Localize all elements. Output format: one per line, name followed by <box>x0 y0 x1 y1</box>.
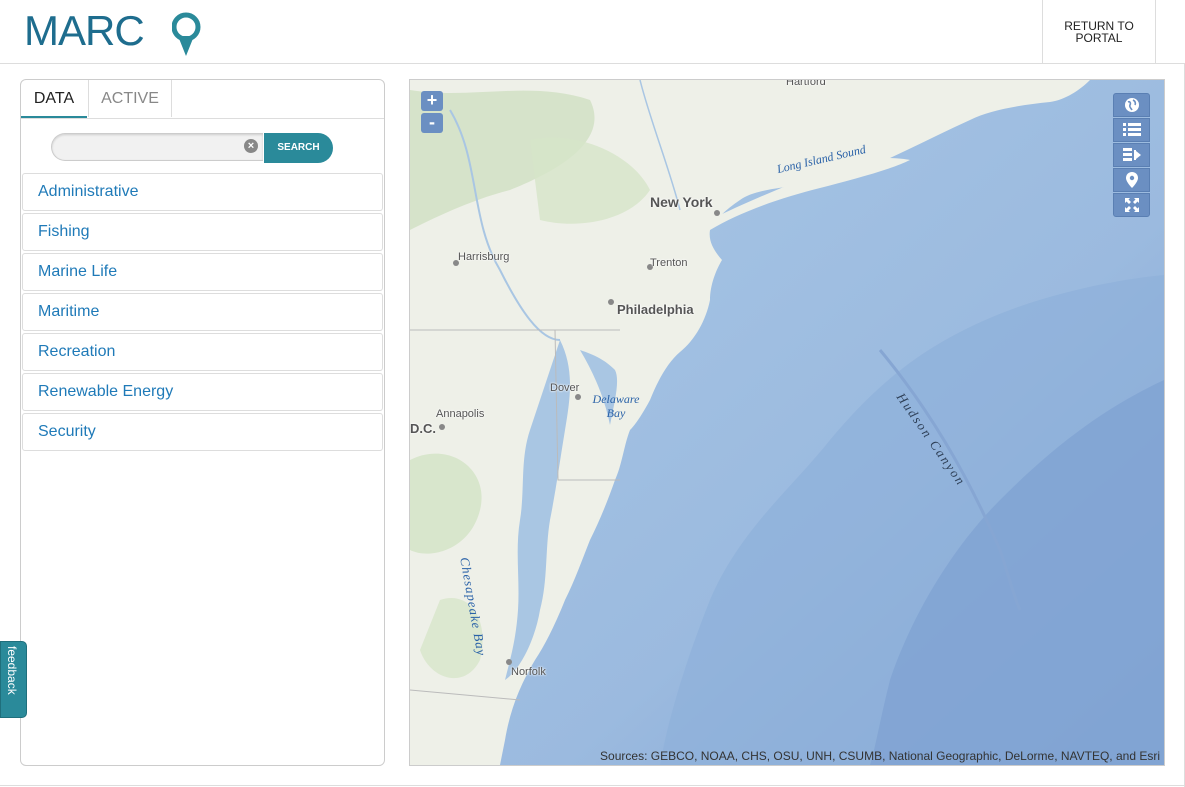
zoom-controls: + - <box>421 91 443 135</box>
feedback-label: feedback <box>5 646 19 695</box>
category-list: Administrative Fishing Marine Life Marit… <box>22 173 383 453</box>
logo-text: MARC <box>24 7 145 54</box>
bottom-divider <box>0 785 1185 786</box>
logo-pin-icon <box>172 12 201 56</box>
basemap-button[interactable] <box>1113 93 1150 117</box>
category-maritime[interactable]: Maritime <box>22 293 383 331</box>
bookmark-location-button[interactable] <box>1113 168 1150 192</box>
map-attribution: Sources: GEBCO, NOAA, CHS, OSU, UNH, CSU… <box>600 749 1160 763</box>
search-input[interactable] <box>51 133 263 161</box>
sidebar: DATA ACTIVE × SEARCH Administrative Fish… <box>20 79 385 766</box>
label-dc: D.C. <box>410 421 436 436</box>
map-pin-icon <box>1125 172 1138 188</box>
list-icon <box>1122 123 1141 136</box>
map-basemap[interactable] <box>410 80 1164 765</box>
header: MARC RETURN TO PORTAL <box>0 0 1185 64</box>
tab-bar: DATA ACTIVE <box>21 80 384 119</box>
tab-data[interactable]: DATA <box>21 80 87 118</box>
layer-tools-button[interactable] <box>1113 143 1150 167</box>
zoom-out-button[interactable]: - <box>421 113 443 133</box>
search-button[interactable]: SEARCH <box>264 133 333 163</box>
label-delaware-bay: Delaware Bay <box>592 392 640 420</box>
label-harrisburg: Harrisburg <box>458 251 510 263</box>
globe-icon <box>1124 98 1139 112</box>
legend-button[interactable] <box>1113 118 1150 142</box>
category-fishing[interactable]: Fishing <box>22 213 383 251</box>
clear-search-icon[interactable]: × <box>244 139 258 153</box>
label-philadelphia: Philadelphia <box>617 302 694 317</box>
label-trenton: Trenton <box>650 257 688 269</box>
category-recreation[interactable]: Recreation <box>22 333 383 371</box>
label-norfolk: Norfolk <box>511 666 546 678</box>
map-view[interactable]: Hartford Long Island Sound New York Harr… <box>409 79 1165 766</box>
label-dover: Dover <box>550 382 580 394</box>
tab-active[interactable]: ACTIVE <box>88 80 172 117</box>
zoom-in-button[interactable]: + <box>421 91 443 111</box>
category-marine-life[interactable]: Marine Life <box>22 253 383 291</box>
label-new-york: New York <box>650 194 713 210</box>
search-bar: × SEARCH <box>51 133 333 163</box>
return-to-portal-label: RETURN TO PORTAL <box>1064 18 1134 45</box>
layers-add-icon <box>1122 148 1141 161</box>
fullscreen-button[interactable] <box>1113 193 1150 217</box>
fullscreen-icon <box>1124 198 1139 212</box>
feedback-tab[interactable]: feedback <box>0 641 27 718</box>
label-hartford: Hartford <box>786 79 826 88</box>
map-toolbar <box>1113 93 1150 218</box>
return-to-portal-button[interactable]: RETURN TO PORTAL <box>1042 0 1156 63</box>
category-security[interactable]: Security <box>22 413 383 451</box>
category-renewable-energy[interactable]: Renewable Energy <box>22 373 383 411</box>
category-administrative[interactable]: Administrative <box>22 173 383 211</box>
label-annapolis: Annapolis <box>436 408 485 420</box>
